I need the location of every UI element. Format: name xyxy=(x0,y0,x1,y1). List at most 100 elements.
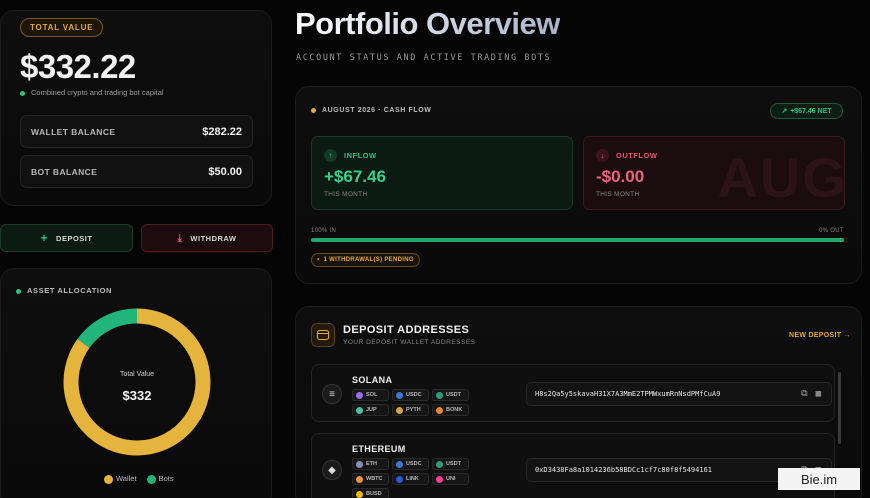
wallet-balance-row: WALLET BALANCE $282.22 xyxy=(20,115,253,148)
deposit-address-text: H8s2Qa5y5skavaH31X7A3MmE2TPMWxumRnNsdPMf… xyxy=(535,390,721,398)
token-icon xyxy=(436,391,443,399)
outflow-panel: AUG ↓ OUTFLOW -$0.00 THIS MONTH xyxy=(583,136,845,210)
total-value-amount: $332.22 xyxy=(20,48,136,85)
cash-flow-ratio-fill xyxy=(311,238,844,242)
net-badge-text: +$67.46 NET xyxy=(790,107,832,115)
inflow-percent-label: 100% IN xyxy=(311,228,337,234)
new-deposit-link[interactable]: NEW DEPOSIT → xyxy=(789,332,851,339)
chain-name: SOLANA xyxy=(352,375,393,385)
token-symbol: ETH xyxy=(366,461,377,467)
chain-name: ETHEREUM xyxy=(352,444,406,454)
token-icon xyxy=(356,406,363,414)
token-list: SOL USDC USDT JUP PYTH BONK xyxy=(352,389,469,416)
total-value-caption: Combined crypto and trading bot capital xyxy=(20,88,164,97)
token-symbol: PYTH xyxy=(406,407,421,413)
token-chip: PYTH xyxy=(392,404,429,416)
token-icon xyxy=(356,490,363,498)
token-symbol: LINK xyxy=(406,476,419,482)
asset-allocation-label: ASSET ALLOCATION xyxy=(16,286,112,295)
token-symbol: USDT xyxy=(446,461,461,467)
wallet-balance-label: WALLET BALANCE xyxy=(31,126,116,137)
qr-code-icon[interactable]: ▦ xyxy=(816,389,821,399)
token-chip: BUSD xyxy=(352,488,389,498)
token-icon xyxy=(356,475,363,483)
outflow-percent-label: 0% OUT xyxy=(819,228,844,234)
token-chip: USDC xyxy=(392,389,429,401)
legend-swatch xyxy=(146,474,156,484)
token-chip: WBTC xyxy=(352,473,389,485)
deposit-addresses-title: DEPOSIT ADDRESSES xyxy=(343,324,470,336)
cash-flow-label-text: AUGUST 2026 · CASH FLOW xyxy=(322,107,432,114)
bot-balance-label: BOT BALANCE xyxy=(31,166,98,177)
ethereum-logo-icon: ◆ xyxy=(322,460,342,480)
donut-center-value: $332 xyxy=(123,388,152,403)
token-icon xyxy=(356,391,363,399)
legend-swatch xyxy=(104,474,113,484)
chain-row-ethereum: ◆ ETHEREUM ETH USDC USDT WBTC LINK UNI BUSD 0x… xyxy=(311,433,835,498)
token-chip: ETH xyxy=(352,458,389,470)
deposit-addresses-subtitle: YOUR DEPOSIT WALLET ADDRESSES xyxy=(343,339,476,346)
status-dot-icon xyxy=(311,107,316,113)
token-icon xyxy=(396,391,403,399)
token-chip: USDT xyxy=(432,458,469,470)
page-subtitle: ACCOUNT STATUS AND ACTIVE TRADING BOTS xyxy=(296,53,552,63)
deposit-address-text: 0xD3438Fa8a1014236b58BDCc1cf7c80f8f54941… xyxy=(535,466,713,474)
total-value-caption-text: Combined crypto and trading bot capital xyxy=(31,88,164,97)
bot-balance-value: $50.00 xyxy=(208,165,242,178)
donut-slice-bots[interactable] xyxy=(77,308,138,348)
pending-withdrawals-text: 1 WITHDRAWAL(S) PENDING xyxy=(323,257,414,263)
inflow-panel: ↑ INFLOW +$67.46 THIS MONTH xyxy=(311,136,573,210)
deposit-address-field[interactable]: H8s2Qa5y5skavaH31X7A3MmE2TPMWxumRnNsdPMf… xyxy=(526,382,832,406)
deposit-button[interactable]: + DEPOSIT xyxy=(0,224,133,252)
pending-withdrawals-badge[interactable]: • 1 WITHDRAWAL(S) PENDING xyxy=(311,253,420,267)
chain-row-solana: ≡ SOLANA SOL USDC USDT JUP PYTH BONK H8s2Qa5y… xyxy=(311,364,835,422)
asset-allocation-label-text: ASSET ALLOCATION xyxy=(27,286,113,295)
cash-flow-ratio-bar xyxy=(311,238,844,242)
outflow-caption: THIS MONTH xyxy=(596,191,640,198)
legend-item-wallet[interactable]: Wallet xyxy=(104,474,137,484)
legend-item-bots[interactable]: Bots xyxy=(146,474,174,484)
token-symbol: BUSD xyxy=(366,491,382,497)
solana-logo-icon: ≡ xyxy=(322,384,342,404)
bot-balance-row: BOT BALANCE $50.00 xyxy=(20,155,253,188)
cash-flow-label: AUGUST 2026 · CASH FLOW xyxy=(311,107,431,114)
download-icon: ⤓ xyxy=(177,232,183,244)
inflow-amount: +$67.46 xyxy=(324,167,386,186)
arrow-down-icon: ↓ xyxy=(596,149,609,162)
token-chip: BONK xyxy=(432,404,469,416)
inflow-header: ↑ INFLOW xyxy=(324,149,377,162)
allocation-donut-chart: Total Value $332 xyxy=(63,308,211,456)
pending-dot-icon: • xyxy=(317,257,320,263)
outflow-header: ↓ OUTFLOW xyxy=(596,149,657,162)
inflow-label: INFLOW xyxy=(344,151,377,160)
month-watermark: AUG xyxy=(717,146,845,209)
token-symbol: USDC xyxy=(406,392,422,398)
withdraw-button[interactable]: ⤓ WITHDRAW xyxy=(141,224,273,252)
outflow-amount: -$0.00 xyxy=(596,167,645,186)
scrollbar[interactable] xyxy=(838,372,841,444)
token-list: ETH USDC USDT WBTC LINK UNI BUSD xyxy=(352,458,469,498)
token-icon xyxy=(396,460,403,468)
legend-label: Bots xyxy=(158,474,174,483)
legend-label: Wallet xyxy=(116,474,137,483)
wallet-card-icon xyxy=(311,323,335,347)
token-icon xyxy=(396,475,403,483)
total-value-label: TOTAL VALUE xyxy=(20,18,104,37)
token-icon xyxy=(436,460,443,468)
token-icon xyxy=(436,406,443,414)
plus-icon: + xyxy=(40,231,49,245)
token-chip: JUP xyxy=(352,404,389,416)
arrow-up-icon: ↑ xyxy=(324,149,337,162)
status-dot-icon xyxy=(16,288,21,294)
token-symbol: JUP xyxy=(366,407,377,413)
deposit-button-label: DEPOSIT xyxy=(56,233,93,243)
token-chip: SOL xyxy=(352,389,389,401)
withdraw-button-label: WITHDRAW xyxy=(190,233,237,243)
copy-icon[interactable]: ⧉ xyxy=(801,389,807,399)
status-dot-icon xyxy=(20,90,25,96)
token-symbol: SOL xyxy=(366,392,378,398)
token-chip: LINK xyxy=(392,473,429,485)
token-icon xyxy=(436,475,443,483)
token-chip: USDC xyxy=(392,458,429,470)
token-symbol: UNI xyxy=(446,476,456,482)
